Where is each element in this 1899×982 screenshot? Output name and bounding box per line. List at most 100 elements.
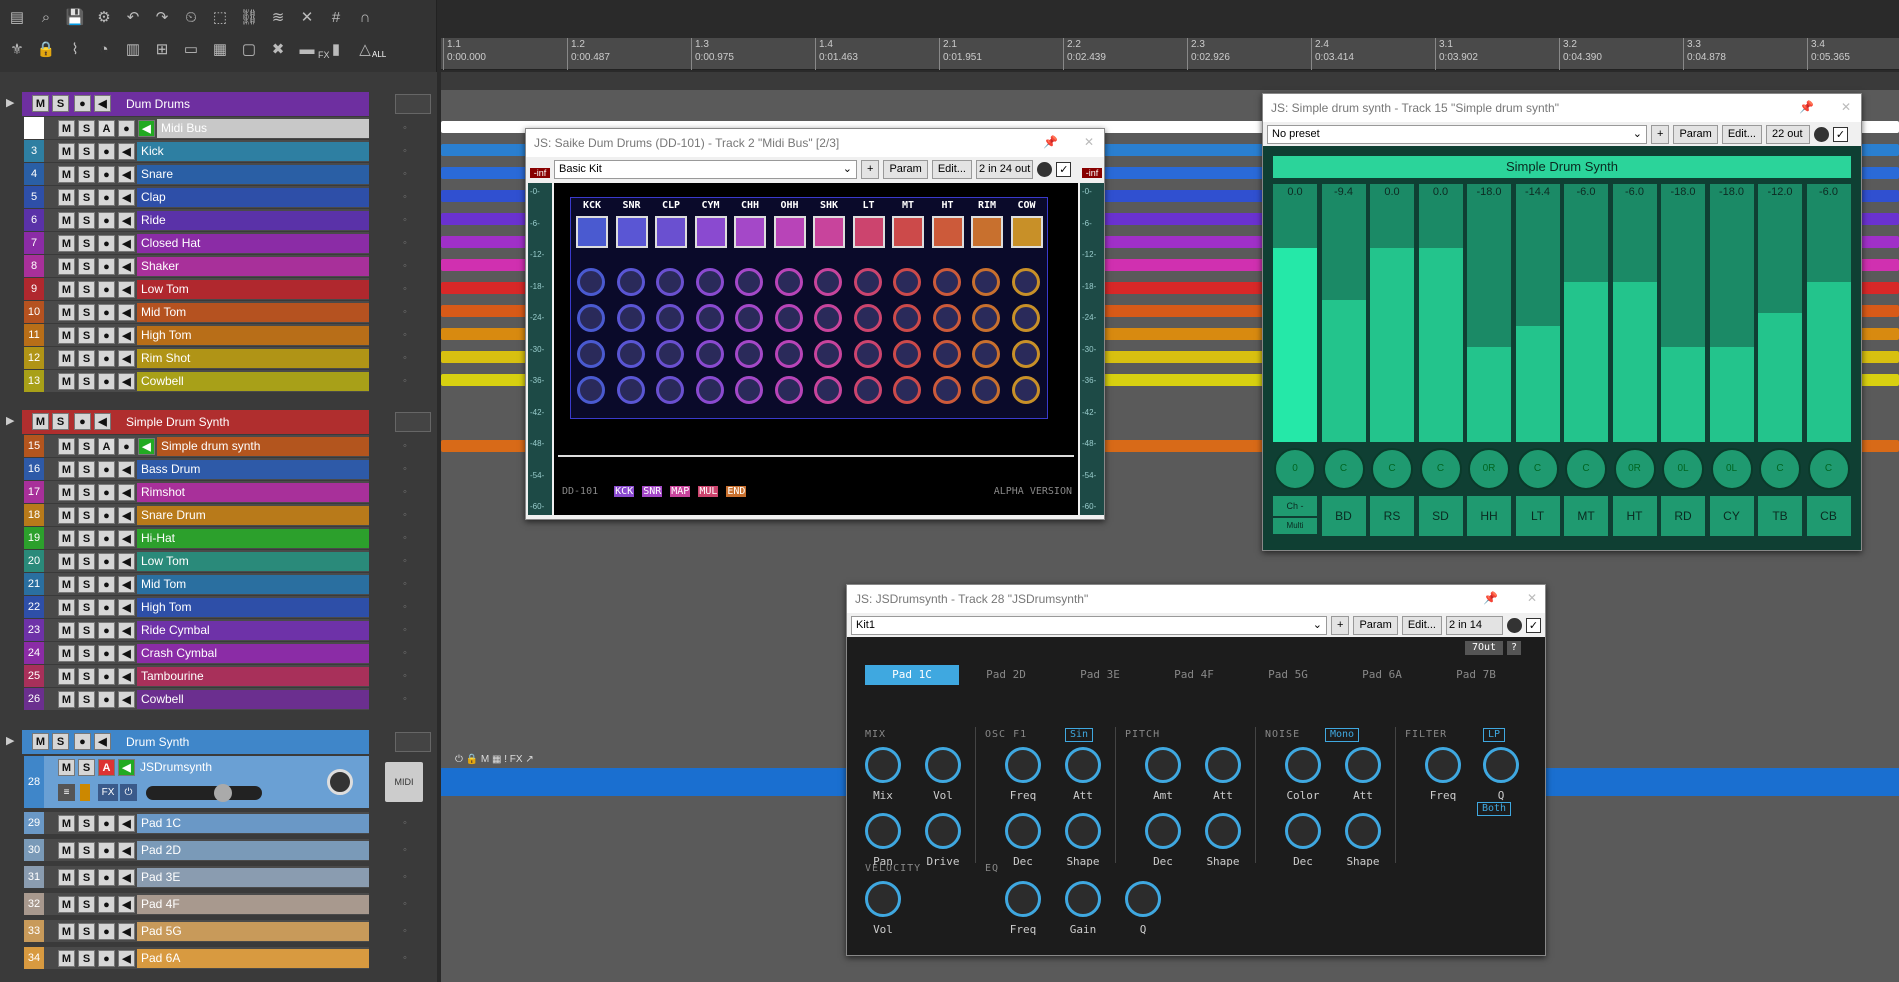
track-row[interactable]: 15 M S A ● ◀ Simple drum synth xyxy=(0,435,370,458)
record-arm-button[interactable]: ● xyxy=(98,645,115,662)
routing-icon[interactable]: ⊞ xyxy=(149,36,175,62)
record-arm-button[interactable]: ● xyxy=(118,438,135,455)
ruler-icon[interactable]: ⌇ xyxy=(62,36,88,62)
save-icon[interactable]: 💾 xyxy=(62,4,88,30)
track-name[interactable]: High Tom xyxy=(137,598,369,617)
mute-button[interactable]: M xyxy=(58,842,75,859)
record-arm-button[interactable]: ● xyxy=(98,668,115,685)
osc-shape-knob[interactable] xyxy=(1065,813,1101,849)
track-name[interactable]: Rimshot xyxy=(137,483,369,502)
chat-icon[interactable]: ▬ xyxy=(294,36,320,62)
track-name[interactable]: Pad 6A xyxy=(137,949,369,968)
folder-collapse-icon[interactable]: ▶ xyxy=(6,734,14,747)
pan-knob[interactable]: C xyxy=(1322,448,1365,490)
velocity-vol-knob[interactable] xyxy=(865,881,901,917)
track-name[interactable]: Pad 2D xyxy=(137,841,369,860)
pad-knob[interactable] xyxy=(774,340,803,368)
solo-button[interactable]: S xyxy=(78,530,95,547)
pad-knob[interactable] xyxy=(577,376,605,404)
pad-knob[interactable] xyxy=(577,268,605,296)
mute-button[interactable]: M xyxy=(58,212,75,229)
record-arm-button[interactable]: ● xyxy=(98,622,115,639)
mute-button[interactable]: M xyxy=(58,189,75,206)
metronome-icon[interactable]: ⏲ xyxy=(178,4,204,30)
level-slider[interactable]: 0.0 xyxy=(1370,184,1414,442)
drum-channel-button[interactable]: MT xyxy=(1564,496,1608,536)
pad-knob[interactable] xyxy=(893,376,921,404)
record-arm-button[interactable]: ● xyxy=(74,413,91,430)
pad-knob[interactable] xyxy=(735,376,763,404)
pad-knob[interactable] xyxy=(656,376,684,404)
pad-knob[interactable] xyxy=(853,304,882,332)
pad-knob[interactable] xyxy=(932,340,961,368)
pad-button[interactable] xyxy=(971,216,1003,248)
volume-icon[interactable]: ◀ xyxy=(118,461,135,478)
volume-icon[interactable]: ◀ xyxy=(118,896,135,913)
pad-knob[interactable] xyxy=(814,376,842,404)
timeline-ruler[interactable]: 1.1 0:00.000 1.2 0:00.487 1.3 0:00.975 1.4 0:01… xyxy=(441,38,1899,70)
volume-icon[interactable]: ◀ xyxy=(118,759,135,776)
pad-tab[interactable]: Pad 5G xyxy=(1241,665,1335,685)
volume-icon[interactable]: ◀ xyxy=(118,166,135,183)
footer-tag[interactable]: MAP xyxy=(670,486,691,497)
pad-knob[interactable] xyxy=(656,304,684,332)
drum-channel-button[interactable]: CY xyxy=(1709,496,1754,536)
pitch-dec-knob[interactable] xyxy=(1145,813,1181,849)
volume-icon[interactable]: ◀ xyxy=(118,327,135,344)
track-name[interactable]: Cowbell xyxy=(137,690,369,709)
drum-channel-button[interactable]: HT xyxy=(1612,496,1657,536)
record-arm-button[interactable]: ● xyxy=(98,461,115,478)
track-row-jsdrumsynth[interactable]: 28 M S A ◀ JSDrumsynth ≡ FX ⏻ xyxy=(0,756,370,808)
undo-icon[interactable]: ↶ xyxy=(120,4,146,30)
filter-type-toggle[interactable]: LP xyxy=(1483,728,1506,742)
footer-tag[interactable]: SNR xyxy=(642,486,663,497)
open-icon[interactable]: ⌕ xyxy=(33,4,59,30)
bypass-checkbox[interactable]: ✓ xyxy=(1526,617,1541,633)
osc-type-toggle[interactable]: Sin xyxy=(1065,728,1094,742)
mute-button[interactable]: M xyxy=(58,166,75,183)
preset-select[interactable]: Basic Kit ⌄ xyxy=(554,159,857,179)
record-arm-button[interactable]: ● xyxy=(98,950,115,967)
track-row[interactable]: 20 M S ● ◀ Low Tom xyxy=(0,550,370,573)
track-row[interactable]: 23 M S ● ◀ Ride Cymbal xyxy=(0,619,370,642)
mute-button[interactable]: M xyxy=(58,120,75,137)
grid-icon[interactable]: # xyxy=(323,4,349,30)
pad-knob[interactable] xyxy=(893,340,921,368)
mixer-icon[interactable]: ▥ xyxy=(120,36,146,62)
pad-knob[interactable] xyxy=(814,340,842,368)
solo-button[interactable]: S xyxy=(78,759,95,776)
io-button[interactable]: 2 in 14 out xyxy=(1445,615,1504,648)
track-name[interactable]: Mid Tom xyxy=(137,303,369,322)
pad-tab[interactable]: Pad 6A xyxy=(1335,665,1429,685)
window-icon[interactable]: ▢ xyxy=(236,36,262,62)
volume-icon[interactable]: ◀ xyxy=(118,691,135,708)
solo-button[interactable]: S xyxy=(78,484,95,501)
solo-button[interactable]: S xyxy=(78,576,95,593)
bus-icon[interactable]: ▭ xyxy=(178,36,204,62)
record-arm-button[interactable]: ● xyxy=(74,95,91,112)
track-name[interactable]: Clap xyxy=(137,188,369,207)
pad-knob[interactable] xyxy=(853,340,882,368)
solo-button[interactable]: S xyxy=(52,95,69,112)
track-name[interactable]: Low Tom xyxy=(137,552,369,571)
new-project-icon[interactable]: ▤ xyxy=(4,4,30,30)
link-icon[interactable]: ⛓ xyxy=(236,4,262,30)
record-arm-button[interactable]: ● xyxy=(98,484,115,501)
pad-knob[interactable] xyxy=(774,304,803,332)
track-row[interactable]: 32 M S ● ◀ Pad 4F xyxy=(0,893,370,916)
volume-icon[interactable]: ◀ xyxy=(138,438,155,455)
pad-knob[interactable] xyxy=(735,340,763,368)
volume-icon[interactable]: ◀ xyxy=(118,923,135,940)
fx-button[interactable]: FX xyxy=(98,784,118,801)
solo-button[interactable]: S xyxy=(78,327,95,344)
solo-button[interactable]: S xyxy=(78,950,95,967)
auto-arm-button[interactable]: A xyxy=(98,438,115,455)
track-row[interactable]: 5 M S ● ◀ Clap xyxy=(0,186,370,209)
pan-knob[interactable]: 0L xyxy=(1710,448,1753,490)
channel-select[interactable]: Ch - xyxy=(1273,496,1317,516)
solo-button[interactable]: S xyxy=(78,815,95,832)
filter-mode-toggle[interactable]: Both xyxy=(1477,802,1512,816)
volume-icon[interactable]: ◀ xyxy=(118,576,135,593)
mute-button[interactable]: M xyxy=(58,576,75,593)
track-row[interactable]: 8 M S ● ◀ Shaker xyxy=(0,255,370,278)
